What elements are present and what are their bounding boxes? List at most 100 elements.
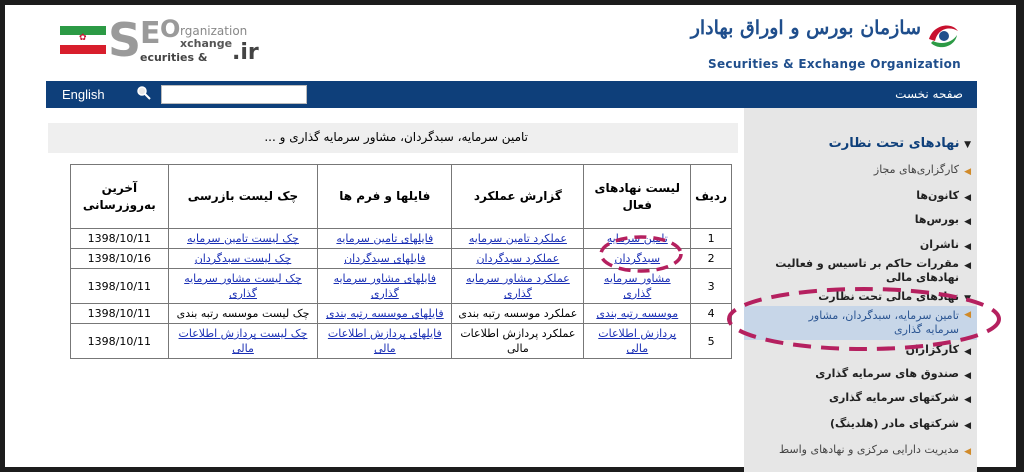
sidebar-item-central-asset-management[interactable]: ◀ مدیریت دارایی مرکزی و نهادهای واسط (744, 443, 977, 457)
table-row: 1 تامین سرمایه عملکرد تامین سرمایه فایله… (70, 228, 732, 249)
last-update-cell: 1398/10/16 (70, 248, 169, 269)
column-header-files-forms: فایلها و فرم ها (317, 164, 453, 229)
sidebar-item-label: صندوق های سرمایه گذاری (815, 367, 959, 380)
sidebar-item-label: کارگزاری‌های مجاز (873, 163, 959, 176)
seo-logo-suffix: .ir (232, 40, 259, 65)
sidebar-item-regulations[interactable]: ◀ مقررات حاکم بر تاسیس و فعالیت نهادهای … (744, 257, 977, 285)
sidebar-item-capital-supply-active[interactable]: ◀ تامین سرمایه، سبدگردان، مشاور سرمایه گ… (744, 306, 977, 340)
chevron-left-icon: ◀ (964, 193, 971, 203)
performance-report-text: عملکرد موسسه رتبه بندی (458, 307, 578, 320)
chevron-left-icon: ◀ (964, 395, 971, 405)
row-number-cell: 2 (690, 248, 732, 269)
files-forms-link[interactable]: فایلهای سبدگردان (344, 252, 426, 265)
site-header: ✿ S E O rganization xchange ecurities & … (5, 5, 1016, 80)
seo-logo-line1: rganization (180, 24, 248, 38)
last-update-cell: 1398/10/11 (70, 323, 169, 359)
sidebar-item-label: مدیریت دارایی مرکزی و نهادهای واسط (778, 443, 959, 456)
home-page-link[interactable]: صفحه نخست (895, 87, 963, 101)
files-forms-link[interactable]: فایلهای تامین سرمایه (336, 232, 433, 245)
sidebar-item-exchanges[interactable]: ◀ بورس‌ها (744, 213, 977, 227)
inspection-checklist-text: چک لیست موسسه رتبه بندی (176, 307, 310, 320)
chevron-left-icon: ◀ (964, 347, 971, 357)
sidebar-item-label: بورس‌ها (914, 213, 959, 226)
chevron-left-icon: ◀ (964, 167, 971, 177)
search-icon[interactable] (136, 85, 152, 101)
performance-report-link[interactable]: عملکرد تامین سرمایه (469, 232, 567, 245)
files-forms-link[interactable]: فایلهای موسسه رتبه بندی (326, 307, 444, 320)
performance-report-text: عملکرد پردازش اطلاعات مالی (460, 327, 576, 355)
inspection-checklist-link[interactable]: چک لیست مشاور سرمایه گذاری (184, 272, 302, 300)
sidebar-item-investment-companies[interactable]: ◀ شرکتهای سرمایه گذاری (744, 391, 977, 405)
table-row: 2 سبدگردان عملکرد سبدگردان فایلهای سبدگر… (70, 248, 732, 269)
sidebar-item-label: کانون‌ها (916, 189, 959, 202)
seo-emblem-icon (929, 25, 958, 48)
chevron-left-icon: ◀ (964, 217, 971, 227)
organization-logo[interactable]: سازمان بورس و اوراق بهادار Securities & … (691, 13, 961, 77)
english-language-link[interactable]: English (62, 87, 105, 102)
active-list-link[interactable]: مشاور سرمایه گذاری (604, 272, 671, 300)
column-header-row-number: ردیف (690, 164, 732, 229)
institutions-table: ردیف لیست نهادهای فعال گزارش عملکرد فایل… (70, 164, 732, 359)
active-list-link[interactable]: سبدگردان (614, 252, 660, 265)
sidebar-heading-label: نهادهای تحت نظارت (828, 136, 960, 151)
sidebar-heading[interactable]: ▼ نهادهای تحت نظارت (744, 136, 977, 151)
sidebar: ▼ نهادهای تحت نظارت ◀ کارگزاری‌های مجاز … (744, 108, 977, 472)
sidebar-item-brokerages-authorized[interactable]: ◀ کارگزاری‌های مجاز (744, 163, 977, 177)
sidebar-item-label: نهادهای مالی تحت نظارت (818, 290, 959, 303)
column-header-last-update: آخرین به‌روزرسانی (70, 164, 169, 229)
chevron-left-icon: ◀ (964, 371, 971, 381)
chevron-left-icon: ◀ (964, 421, 971, 431)
sidebar-item-publishers[interactable]: ◀ ناشران (744, 238, 977, 252)
organization-title-fa: سازمان بورس و اوراق بهادار (690, 17, 921, 39)
performance-report-link[interactable]: عملکرد سبدگردان (476, 252, 559, 265)
top-nav-bar: English صفحه نخست (46, 81, 977, 108)
files-forms-link[interactable]: فایلهای پردازش اطلاعات مالی (328, 327, 442, 355)
last-update-cell: 1398/10/11 (70, 228, 169, 249)
sidebar-item-financial-institutions[interactable]: ▼ نهادهای مالی تحت نظارت (744, 290, 977, 304)
chevron-left-icon: ◀ (964, 447, 971, 457)
inspection-checklist-link[interactable]: چک لیست پردازش اطلاعات مالی (179, 327, 308, 355)
inspection-checklist-link[interactable]: چک لیست سبدگردان (195, 252, 292, 265)
performance-report-link[interactable]: عملکرد مشاور سرمایه گذاری (466, 272, 570, 300)
search-input[interactable] (161, 85, 307, 104)
chevron-left-icon: ◀ (964, 261, 971, 271)
table-row: 5 پردازش اطلاعات مالی عملکرد پردازش اطلا… (70, 323, 732, 359)
sidebar-item-label: تامین سرمایه، سبدگردان، مشاور سرمایه گذا… (808, 309, 959, 336)
iran-flag-icon: ✿ (60, 26, 106, 54)
sidebar-item-label: شرکتهای مادر (هلدینگ) (829, 417, 959, 430)
column-header-active-list: لیست نهادهای فعال (583, 164, 692, 229)
inspection-checklist-link[interactable]: چک لیست تامین سرمایه (187, 232, 299, 245)
active-list-link[interactable]: تامین سرمایه (607, 232, 668, 245)
sidebar-item-associations[interactable]: ◀ کانون‌ها (744, 189, 977, 203)
seo-logo-letter-s: S (108, 13, 142, 67)
last-update-cell: 1398/10/11 (70, 303, 169, 324)
row-number-cell: 3 (690, 268, 732, 304)
sidebar-item-investment-funds[interactable]: ◀ صندوق های سرمایه گذاری (744, 367, 977, 381)
column-header-performance-report: گزارش عملکرد (451, 164, 585, 229)
seo-logo-letter-e: E (140, 16, 161, 51)
row-number-cell: 1 (690, 228, 732, 249)
table-row: 4 موسسه رتبه بندی عملکرد موسسه رتبه بندی… (70, 303, 732, 324)
files-forms-link[interactable]: فایلهای مشاور سرمایه گذاری (334, 272, 437, 300)
column-header-inspection-checklist: چک لیست بازرسی (167, 164, 319, 229)
row-number-cell: 4 (690, 303, 732, 324)
seo-logo-line3: ecurities & (140, 51, 208, 64)
sidebar-item-label: ناشران (919, 238, 959, 251)
seo-logo-line2: xchange (180, 37, 233, 50)
active-list-link[interactable]: موسسه رتبه بندی (596, 307, 678, 320)
row-number-cell: 5 (690, 323, 732, 359)
chevron-left-icon: ◀ (964, 242, 971, 252)
sidebar-item-label: کارگزاران (905, 343, 959, 356)
page-title: تامین سرمایه، سبدگردان، مشاور سرمایه گذا… (264, 130, 528, 144)
organization-title-en: Securities & Exchange Organization (708, 57, 961, 71)
table-row: 3 مشاور سرمایه گذاری عملکرد مشاور سرمایه… (70, 268, 732, 304)
sidebar-item-label: مقررات حاکم بر تاسیس و فعالیت نهادهای ما… (775, 257, 959, 284)
active-list-link[interactable]: پردازش اطلاعات مالی (598, 327, 676, 355)
sidebar-item-holding-companies[interactable]: ◀ شرکتهای مادر (هلدینگ) (744, 417, 977, 431)
sidebar-item-brokers[interactable]: ◀ کارگزاران (744, 343, 977, 357)
table-header-row: ردیف لیست نهادهای فعال گزارش عملکرد فایل… (70, 164, 732, 229)
seo-logo-letter-o: O (160, 15, 181, 43)
page-title-bar: تامین سرمایه، سبدگردان، مشاور سرمایه گذا… (48, 123, 738, 153)
last-update-cell: 1398/10/11 (70, 268, 169, 304)
seo-ir-logo[interactable]: ✿ S E O rganization xchange ecurities & … (60, 16, 270, 71)
